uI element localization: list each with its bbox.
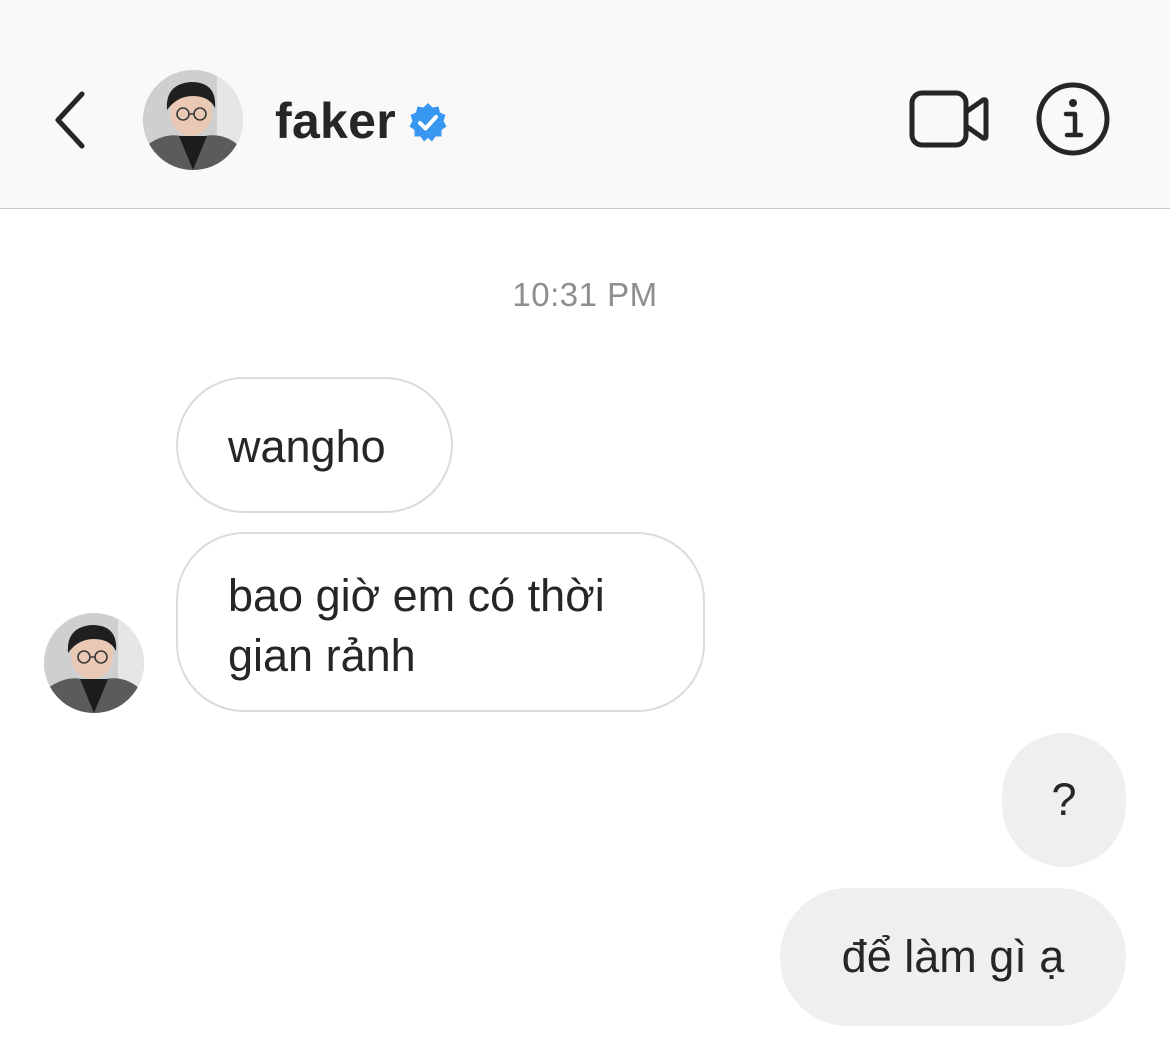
thread-header: faker bbox=[0, 0, 1170, 209]
outgoing-message-bubble[interactable]: để làm gì ạ bbox=[780, 888, 1126, 1026]
message-text-line: bao giờ em có thời bbox=[228, 570, 605, 621]
message-text-line: gian rảnh bbox=[228, 630, 416, 681]
video-call-button[interactable] bbox=[906, 84, 992, 154]
info-circle-icon bbox=[1036, 82, 1110, 156]
message-text: để làm gì ạ bbox=[841, 931, 1065, 982]
info-button[interactable] bbox=[1032, 80, 1114, 158]
verified-badge-icon bbox=[406, 101, 450, 145]
avatar-photo bbox=[44, 613, 144, 713]
header-username: faker bbox=[275, 93, 397, 149]
dm-thread-screen: faker 10:31 PM wangho bao giờ em có thời… bbox=[0, 0, 1170, 1047]
incoming-message-bubble[interactable]: wangho bbox=[176, 377, 453, 513]
avatar-photo bbox=[143, 70, 243, 170]
back-button[interactable] bbox=[40, 82, 100, 158]
video-camera-icon bbox=[909, 90, 989, 148]
sender-avatar[interactable] bbox=[44, 613, 144, 713]
message-text: wangho bbox=[228, 421, 386, 472]
outgoing-message-bubble[interactable]: ? bbox=[1002, 733, 1126, 867]
message-text: ? bbox=[1051, 774, 1077, 825]
message-timestamp: 10:31 PM bbox=[512, 276, 658, 313]
incoming-message-bubble[interactable]: bao giờ em có thời gian rảnh bbox=[176, 532, 705, 712]
header-avatar[interactable] bbox=[143, 70, 243, 170]
header-username-group[interactable]: faker bbox=[275, 88, 450, 154]
chevron-left-icon bbox=[55, 91, 85, 149]
